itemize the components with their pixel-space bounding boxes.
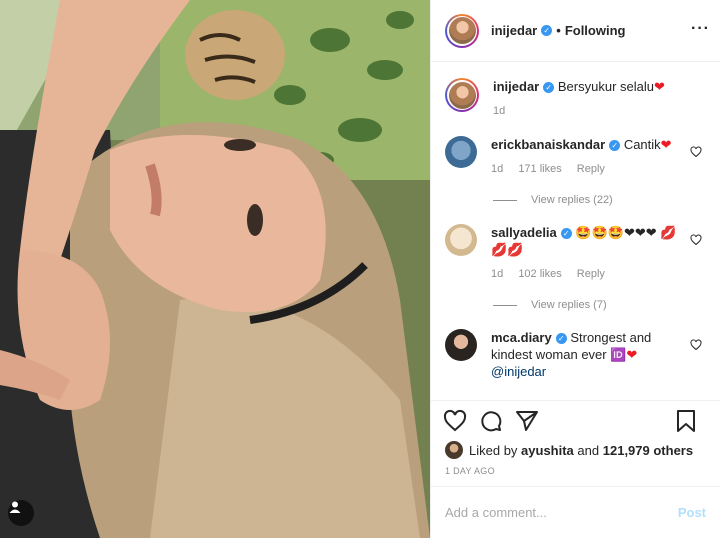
divider xyxy=(493,199,517,201)
view-replies-label: View replies (22) xyxy=(531,194,613,206)
comment-mention[interactable]: @inijedar xyxy=(491,364,546,379)
likes-prefix: Liked by xyxy=(469,442,518,458)
commenter-avatar[interactable] xyxy=(445,224,477,256)
comment-item: mca.diary ✓ Strongest and kindest woman e… xyxy=(445,329,706,380)
share-icon[interactable] xyxy=(515,409,539,433)
comment-item: erickbanaiskandar ✓ Cantik❤ 1d 171 likes … xyxy=(445,136,706,178)
comment-username[interactable]: mca.diary xyxy=(491,330,552,345)
commenter-avatar[interactable] xyxy=(445,136,477,168)
heart-emoji: ❤ xyxy=(653,79,665,94)
action-bar xyxy=(431,400,720,440)
verified-icon: ✓ xyxy=(560,228,572,239)
instagram-post: inijedar ✓ • Following ··· inijedar ✓ Ber… xyxy=(0,0,720,538)
follow-separator: • xyxy=(556,23,561,38)
comments-list[interactable]: inijedar ✓ Bersyukur selalu❤ 1d erickbana… xyxy=(431,62,720,400)
photo-illustration xyxy=(0,0,430,538)
header-username[interactable]: inijedar xyxy=(491,23,537,38)
post-header: inijedar ✓ • Following ··· xyxy=(431,0,720,62)
view-replies-label: View replies (7) xyxy=(531,299,607,311)
more-icon[interactable]: ··· xyxy=(691,21,710,37)
user-tag-button[interactable] xyxy=(8,500,34,526)
user-tag-icon xyxy=(9,501,21,513)
caption-avatar[interactable] xyxy=(445,78,479,112)
add-comment-bar: Post xyxy=(431,486,720,538)
reply-button[interactable]: Reply xyxy=(577,163,605,175)
post-side-panel: inijedar ✓ • Following ··· inijedar ✓ Ber… xyxy=(430,0,720,538)
divider xyxy=(493,304,517,306)
heart-icon[interactable] xyxy=(690,339,702,351)
comment-meta: 1d 171 likes Reply xyxy=(491,161,691,178)
liker-username[interactable]: ayushita xyxy=(521,443,574,458)
caption-time[interactable]: 1d xyxy=(493,105,505,117)
comment-input[interactable] xyxy=(445,505,678,520)
comment-username[interactable]: sallyadelia xyxy=(491,225,557,240)
caption-text: Bersyukur selalu xyxy=(557,79,654,94)
likes-summary: Liked by ayushita and 121,979 others xyxy=(431,440,720,460)
verified-icon: ✓ xyxy=(555,333,567,344)
likes-others[interactable]: 121,979 others xyxy=(603,443,693,458)
comment-likes[interactable]: 102 likes xyxy=(518,268,561,280)
caption: inijedar ✓ Bersyukur selalu❤ 1d xyxy=(445,78,706,120)
comment-meta: 1d 102 likes Reply xyxy=(491,266,691,283)
heart-icon[interactable] xyxy=(443,409,467,433)
verified-icon: ✓ xyxy=(609,140,621,151)
comment-text: Cantik xyxy=(623,137,661,152)
reply-button[interactable]: Reply xyxy=(577,268,605,280)
likes-conj: and xyxy=(577,442,600,458)
view-replies-button[interactable]: View replies (22) xyxy=(493,194,706,206)
comment-icon[interactable] xyxy=(479,409,503,433)
save-icon[interactable] xyxy=(674,409,698,433)
comment-username[interactable]: erickbanaiskandar xyxy=(491,137,605,152)
post-timestamp[interactable]: 1 DAY AGO xyxy=(431,460,720,484)
heart-emoji: ❤ xyxy=(626,347,638,362)
comment-likes[interactable]: 171 likes xyxy=(518,163,561,175)
caption-meta: 1d xyxy=(493,103,693,120)
liker-avatar[interactable] xyxy=(445,441,463,459)
following-button[interactable]: Following xyxy=(565,23,626,38)
comment-item: sallyadelia ✓ 🤩🤩🤩❤❤❤ 💋💋💋 1d 102 likes Rep… xyxy=(445,224,706,283)
caption-username[interactable]: inijedar xyxy=(493,79,539,94)
verified-icon: ✓ xyxy=(541,25,553,36)
commenter-avatar[interactable] xyxy=(445,329,477,361)
verified-icon: ✓ xyxy=(543,82,555,93)
heart-icon[interactable] xyxy=(690,146,702,158)
comment-time[interactable]: 1d xyxy=(491,163,503,175)
post-photo[interactable] xyxy=(0,0,430,538)
heart-emoji: ❤ xyxy=(660,137,672,152)
post-button[interactable]: Post xyxy=(678,505,706,520)
profile-avatar[interactable] xyxy=(445,13,479,48)
comment-time[interactable]: 1d xyxy=(491,268,503,280)
heart-icon[interactable] xyxy=(690,234,702,246)
view-replies-button[interactable]: View replies (7) xyxy=(493,299,706,311)
